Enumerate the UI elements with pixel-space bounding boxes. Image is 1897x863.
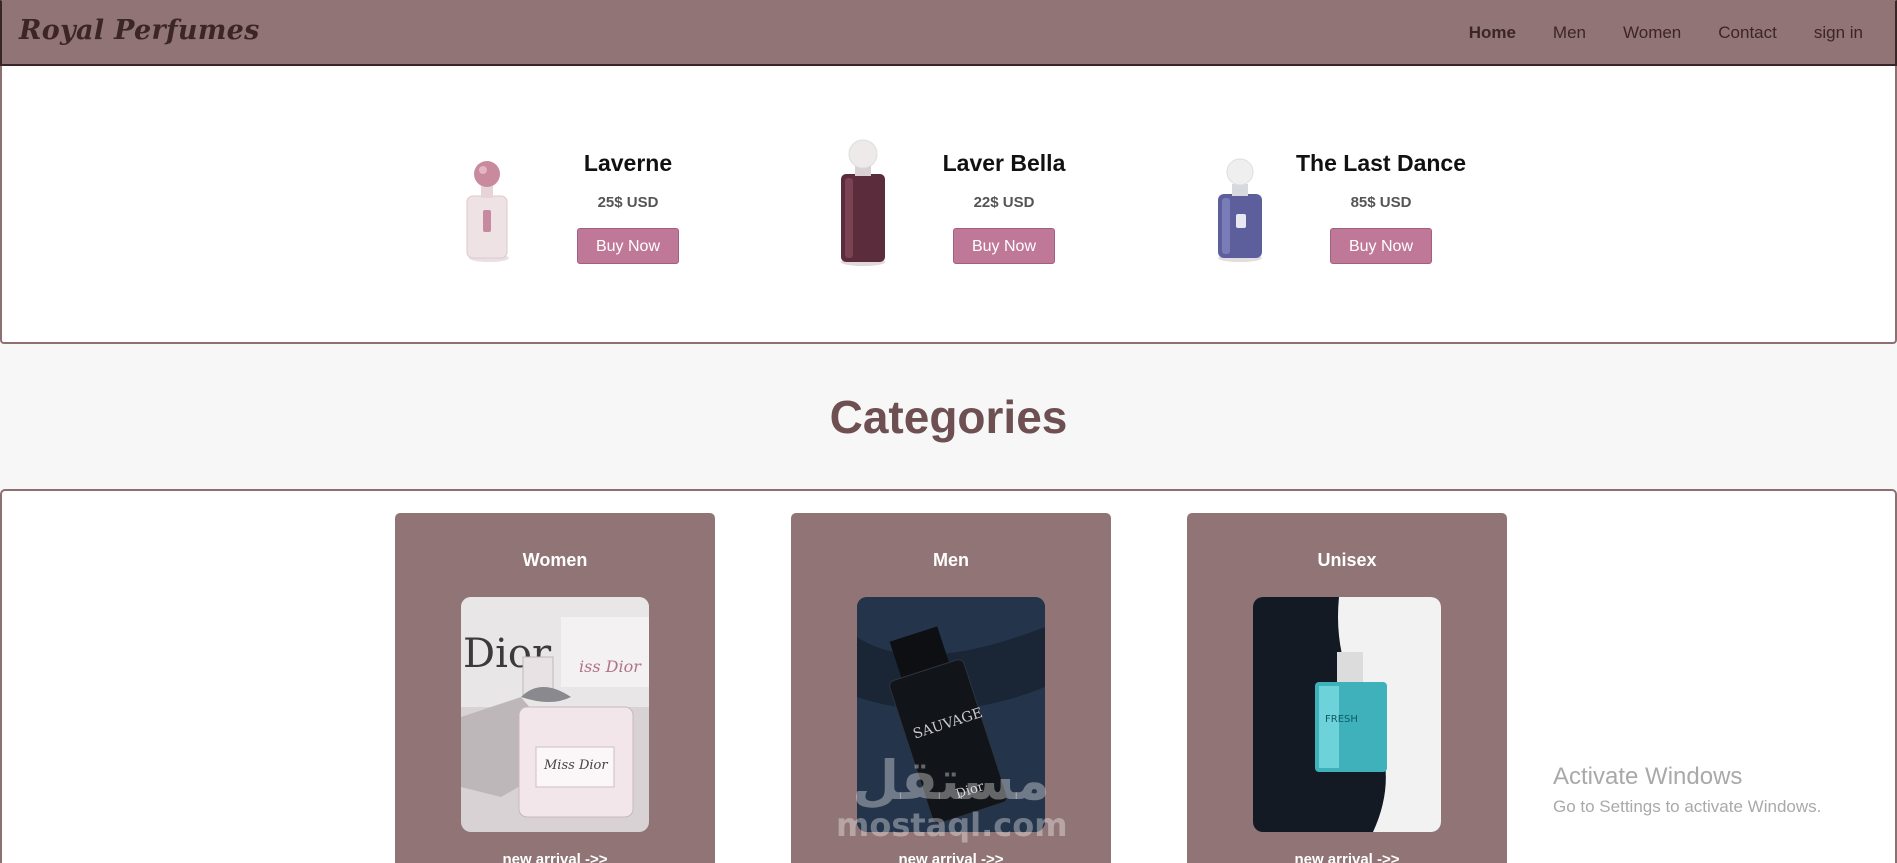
product-name: Laver Bella <box>942 150 1066 176</box>
product-price: 25$ USD <box>597 194 659 211</box>
site-watermark: مستقل mostaql.com <box>836 749 1068 844</box>
svg-text:FRESH: FRESH <box>1325 714 1358 725</box>
new-arrival-link[interactable]: new arrival ->> <box>1187 851 1507 863</box>
product-name: The Last Dance <box>1296 150 1466 176</box>
watermark-arabic: مستقل <box>852 749 1050 812</box>
nav-sign-in[interactable]: sign in <box>1814 23 1863 43</box>
featured-products: Laverne 25$ USD Buy Now Laver Bella 22$ … <box>0 66 1897 344</box>
product-card: Laver Bella 22$ USD Buy Now <box>833 66 1193 326</box>
activate-subtitle: Go to Settings to activate Windows. <box>1553 797 1822 816</box>
product-name: Laverne <box>583 150 673 176</box>
nav-contact[interactable]: Contact <box>1718 23 1777 43</box>
category-card-unisex[interactable]: Unisex FRESH new arrival ->> <box>1187 513 1507 863</box>
unisex-perfume-image: FRESH <box>1253 597 1441 832</box>
brand-logo[interactable]: Royal Perfumes <box>19 15 260 46</box>
category-title: Men <box>933 550 969 570</box>
buy-now-button[interactable]: Buy Now <box>1329 228 1433 264</box>
new-arrival-link[interactable]: new arrival ->> <box>395 851 715 863</box>
activate-windows-notice: Activate Windows Go to Settings to activ… <box>1553 763 1821 817</box>
category-card-women[interactable]: Women Dior iss Dior Miss Dior new arriva… <box>395 513 715 863</box>
category-title: Women <box>522 550 588 570</box>
product-card: Laverne 25$ USD Buy Now <box>457 66 817 326</box>
buy-now-button[interactable]: Buy Now <box>952 228 1056 264</box>
svg-text:iss Dior: iss Dior <box>579 657 642 676</box>
new-arrival-link[interactable]: new arrival ->> <box>791 851 1111 863</box>
product-card: The Last Dance 85$ USD Buy Now <box>1210 66 1570 326</box>
buy-now-button[interactable]: Buy Now <box>576 228 680 264</box>
watermark-latin: mostaql.com <box>836 806 1068 844</box>
nav-women[interactable]: Women <box>1623 23 1681 43</box>
activate-title: Activate Windows <box>1553 763 1743 790</box>
product-price: 22$ USD <box>973 194 1035 211</box>
svg-text:Miss Dior: Miss Dior <box>543 758 608 773</box>
category-title: Unisex <box>1317 550 1377 570</box>
navbar: Royal Perfumes Home Men Women Contact si… <box>0 0 1897 66</box>
categories-heading: Categories <box>829 391 1068 443</box>
nav-links: Home Men Women Contact sign in <box>1432 23 1863 43</box>
nav-home[interactable]: Home <box>1469 23 1516 43</box>
product-price: 85$ USD <box>1350 194 1412 211</box>
women-perfume-image: Dior iss Dior Miss Dior <box>461 597 649 832</box>
nav-men[interactable]: Men <box>1553 23 1586 43</box>
